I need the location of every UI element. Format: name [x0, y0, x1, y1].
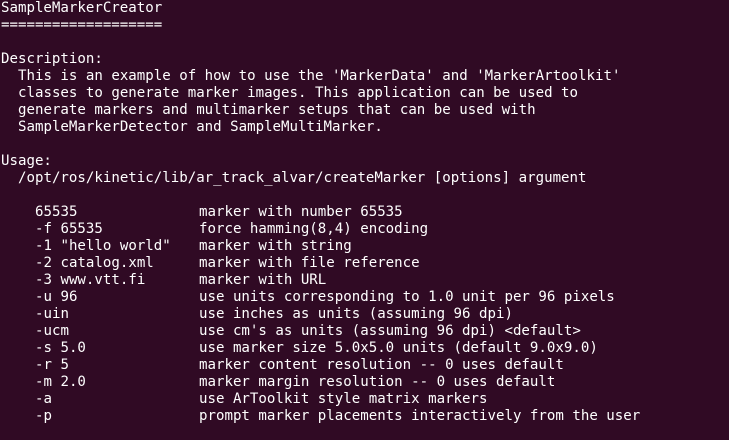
option-row: -ucm use cm's as units (assuming 96 dpi)…: [1, 323, 729, 340]
option-row: -s 5.0 use marker size 5.0x5.0 units (de…: [1, 340, 729, 357]
option-flag: -f 65535: [35, 221, 103, 237]
option-flag: -a: [35, 391, 52, 407]
description-line: This is an example of how to use the 'Ma…: [18, 68, 621, 84]
option-row: -2 catalog.xml marker with file referenc…: [1, 255, 729, 272]
option-description: marker with number 65535: [199, 204, 403, 220]
option-description: force hamming(8,4) encoding: [199, 221, 429, 237]
option-flag: -m 2.0: [35, 374, 86, 390]
option-description: use inches as units (assuming 96 dpi): [199, 306, 513, 322]
option-description: use cm's as units (assuming 96 dpi) <def…: [199, 323, 581, 339]
option-row: -f 65535 force hamming(8,4) encoding: [1, 221, 729, 238]
option-flag: -u 96: [35, 289, 78, 305]
description-heading: Description:: [1, 51, 103, 67]
usage-command: /opt/ros/kinetic/lib/ar_track_alvar/crea…: [18, 170, 587, 186]
option-description: marker margin resolution -- 0 uses defau…: [199, 374, 556, 390]
options-list: 65535 marker with number 65535 -f 65535 …: [1, 204, 729, 425]
terminal-output[interactable]: SampleMarkerCreator =================== …: [0, 0, 729, 440]
description-line: generate markers and multimarker setups …: [18, 102, 536, 118]
usage-heading: Usage:: [1, 153, 52, 169]
option-flag: -p: [35, 408, 52, 424]
option-row: -r 5 marker content resolution -- 0 uses…: [1, 357, 729, 374]
option-flag: -s 5.0: [35, 340, 86, 356]
option-flag: -1 "hello world": [35, 238, 171, 254]
option-description: marker content resolution -- 0 uses defa…: [199, 357, 564, 373]
option-row: -u 96 use units corresponding to 1.0 uni…: [1, 289, 729, 306]
program-title: SampleMarkerCreator: [1, 0, 163, 16]
option-flag: -ucm: [35, 323, 69, 339]
option-row: -uin use inches as units (assuming 96 dp…: [1, 306, 729, 323]
option-description: marker with file reference: [199, 255, 420, 271]
option-flag: 65535: [35, 204, 78, 220]
option-description: use marker size 5.0x5.0 units (default 9…: [199, 340, 598, 356]
option-flag: -r 5: [35, 357, 69, 373]
option-row: -m 2.0 marker margin resolution -- 0 use…: [1, 374, 729, 391]
description-line: SampleMarkerDetector and SampleMultiMark…: [18, 119, 383, 135]
option-description: prompt marker placements interactively f…: [199, 408, 641, 424]
option-description: use ArToolkit style matrix markers: [199, 391, 488, 407]
option-row: -1 "hello world" marker with string: [1, 238, 729, 255]
option-row: -3 www.vtt.fi marker with URL: [1, 272, 729, 289]
option-description: marker with string: [199, 238, 352, 254]
option-description: use units corresponding to 1.0 unit per …: [199, 289, 615, 305]
option-flag: -uin: [35, 306, 69, 322]
description-line: classes to generate marker images. This …: [18, 85, 579, 101]
option-row: -a use ArToolkit style matrix markers: [1, 391, 729, 408]
option-row: 65535 marker with number 65535: [1, 204, 729, 221]
option-row: -p prompt marker placements interactivel…: [1, 408, 729, 425]
option-flag: -3 www.vtt.fi: [35, 272, 146, 288]
option-flag: -2 catalog.xml: [35, 255, 154, 271]
title-underline: ===================: [1, 17, 163, 33]
option-description: marker with URL: [199, 272, 327, 288]
